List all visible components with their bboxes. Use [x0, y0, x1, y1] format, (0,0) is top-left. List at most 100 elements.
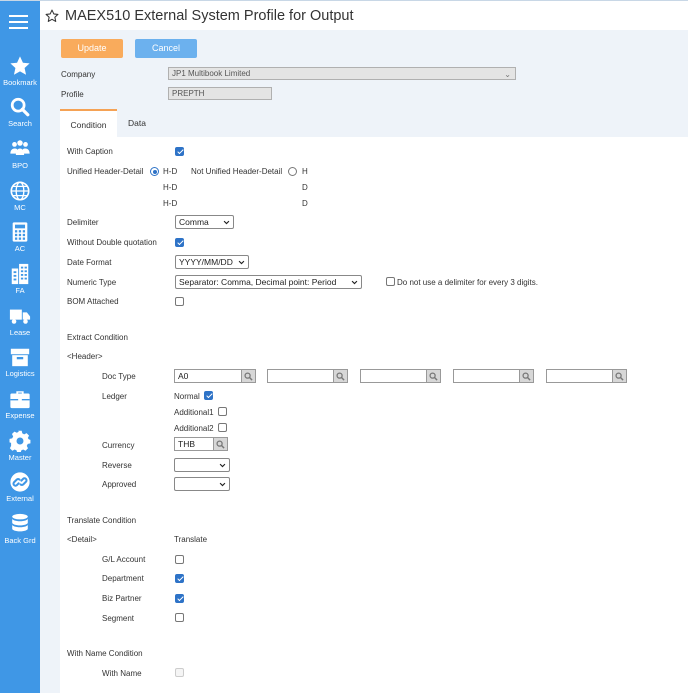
hamburger-menu-icon[interactable] [9, 15, 28, 29]
building-icon [11, 263, 29, 285]
magnifier-icon [10, 97, 30, 117]
sidebar-item-label: FA [15, 286, 25, 295]
segment-label: Segment [102, 614, 135, 623]
unified-header-detail-radio[interactable] [150, 167, 159, 176]
doc-type-search-button-1[interactable] [242, 369, 256, 383]
not-unified-header-detail-label: Not Unified Header-Detail [191, 167, 283, 176]
currency-search-button[interactable] [214, 437, 228, 451]
sidebar-item-logistics[interactable]: Logistics [0, 346, 40, 386]
segment-checkbox[interactable] [175, 613, 184, 622]
sidebar-item-bookmark[interactable]: Bookmark [0, 55, 40, 95]
not-unified-line-3: D [302, 199, 308, 208]
sidebar-item-lease[interactable]: Lease [0, 305, 40, 345]
chevron-down-icon: ⌄ [504, 70, 511, 79]
search-icon [244, 372, 253, 381]
tab-condition[interactable]: Condition [60, 109, 117, 137]
sidebar-item-label: Logistics [5, 369, 35, 378]
search-icon [429, 372, 438, 381]
doc-type-input-4[interactable] [453, 369, 520, 383]
profile-label: Profile [61, 90, 84, 99]
ledger-additional2-label: Additional2 [174, 424, 214, 433]
company-select: JP1 Multibook Limited ⌄ [168, 67, 516, 80]
doc-type-search-button-5[interactable] [613, 369, 627, 383]
page-title: MAEX510 External System Profile for Outp… [65, 8, 354, 24]
no-delimiter-checkbox[interactable] [386, 277, 395, 286]
briefcase-icon [10, 391, 30, 409]
chevron-down-icon [219, 463, 226, 468]
gl-account-label: G/L Account [102, 555, 146, 564]
company-label: Company [61, 70, 96, 79]
search-icon [522, 372, 531, 381]
not-unified-line-1: H [302, 167, 308, 176]
sidebar-item-fa[interactable]: FA [0, 263, 40, 303]
doc-type-search-button-4[interactable] [520, 369, 534, 383]
update-button[interactable]: Update [61, 39, 123, 58]
bom-attached-checkbox[interactable] [175, 297, 184, 306]
sidebar-item-search[interactable]: Search [0, 96, 40, 136]
doc-type-value-1: A0 [178, 371, 189, 381]
doc-type-search-button-3[interactable] [427, 369, 441, 383]
bookmark-star-icon[interactable] [45, 9, 59, 23]
department-label: Department [102, 574, 144, 583]
date-format-select[interactable]: YYYY/MM/DD [175, 255, 249, 269]
sidebar-item-label: Expense [5, 411, 35, 420]
search-icon [336, 372, 345, 381]
ledger-additional2-checkbox[interactable] [218, 423, 227, 432]
with-name-condition-heading: With Name Condition [67, 649, 143, 658]
translate-condition-heading: Translate Condition [67, 516, 137, 525]
unified-line-3: H-D [163, 199, 178, 208]
currency-input[interactable]: THB [174, 437, 214, 451]
search-icon [216, 440, 225, 449]
sidebar-item-master[interactable]: Master [0, 430, 40, 470]
delimiter-value: Comma [179, 217, 209, 227]
ledger-normal-checkbox[interactable] [204, 391, 213, 400]
sidebar-item-back-grd[interactable]: Back Grd [0, 513, 40, 553]
link-icon [10, 472, 30, 492]
doc-type-input-3[interactable] [360, 369, 427, 383]
main-area: Update Cancel Company JP1 Multibook Limi… [40, 30, 688, 693]
star-icon [10, 56, 30, 75]
ledger-additional1-checkbox[interactable] [218, 407, 227, 416]
doc-type-input-2[interactable] [267, 369, 334, 383]
department-checkbox[interactable] [175, 574, 184, 583]
numeric-type-select[interactable]: Separator: Comma, Decimal point: Period [175, 275, 362, 289]
doc-type-search-button-2[interactable] [334, 369, 348, 383]
currency-value: THB [178, 439, 195, 449]
unified-header-detail-label: Unified Header-Detail [67, 167, 144, 176]
without-double-quotation-checkbox[interactable] [175, 238, 184, 247]
sidebar-item-label: External [6, 494, 34, 503]
doc-type-input-5[interactable] [546, 369, 613, 383]
globe-icon [10, 181, 30, 201]
bom-attached-label: BOM Attached [67, 297, 119, 306]
sidebar-item-label: Search [8, 119, 32, 128]
delimiter-select[interactable]: Comma [175, 215, 234, 229]
truck-icon [9, 309, 31, 324]
chevron-down-icon [238, 260, 245, 265]
biz-partner-checkbox[interactable] [175, 594, 184, 603]
sidebar-item-mc[interactable]: MC [0, 180, 40, 220]
doc-type-input-1[interactable]: A0 [174, 369, 242, 383]
header-section-label: <Header> [67, 352, 103, 361]
reverse-label: Reverse [102, 461, 132, 470]
sidebar-item-external[interactable]: External [0, 471, 40, 511]
reverse-select[interactable] [174, 458, 230, 472]
gl-account-checkbox[interactable] [175, 555, 184, 564]
detail-section-label: <Detail> [67, 535, 97, 544]
profile-value: PREPTH [172, 89, 205, 98]
sidebar-item-ac[interactable]: AC [0, 221, 40, 261]
sidebar-item-bpo[interactable]: BPO [0, 138, 40, 178]
box-icon [10, 348, 30, 367]
sidebar-item-expense[interactable]: Expense [0, 388, 40, 428]
extract-condition-heading: Extract Condition [67, 333, 128, 342]
cancel-button[interactable]: Cancel [135, 39, 197, 58]
with-caption-checkbox[interactable] [175, 147, 184, 156]
approved-select[interactable] [174, 477, 230, 491]
sidebar-item-label: Master [8, 453, 32, 462]
ledger-label: Ledger [102, 392, 127, 401]
sidebar-item-label: Lease [9, 328, 31, 337]
not-unified-header-detail-radio[interactable] [288, 167, 297, 176]
tab-data[interactable]: Data [117, 109, 157, 137]
approved-label: Approved [102, 480, 137, 489]
numeric-type-value: Separator: Comma, Decimal point: Period [179, 277, 337, 287]
sidebar-item-label: Back Grd [4, 536, 36, 545]
